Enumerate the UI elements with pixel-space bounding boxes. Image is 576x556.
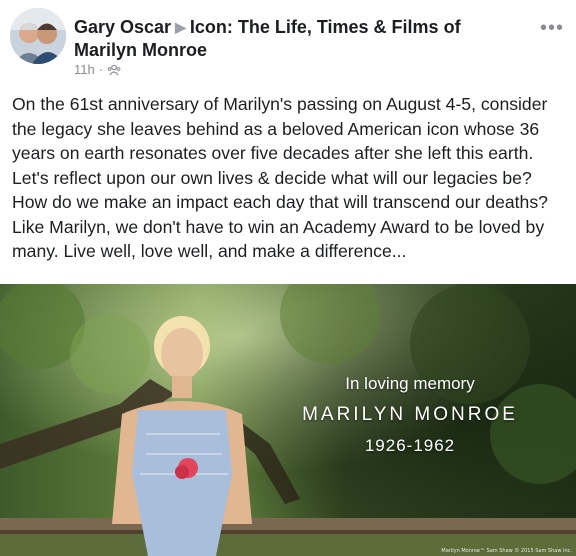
memorial-line-1: In loving memory (345, 374, 475, 393)
avatar[interactable] (10, 8, 66, 64)
post-meta: 11h · (74, 62, 121, 77)
avatar-photo (10, 8, 66, 64)
post-photo[interactable]: In loving memory MARILYN MONROE 1926-196… (0, 284, 576, 556)
meta-separator: · (98, 62, 104, 77)
post-body-text: On the 61st anniversary of Marilyn's pas… (12, 94, 548, 261)
group-icon (107, 64, 121, 75)
memorial-name: MARILYN MONROE (302, 404, 518, 425)
photo-credit: Marilyn Monroe™ Sam Shaw © 2015 Sam Shaw… (441, 548, 572, 554)
author-name[interactable]: Gary Oscar (74, 17, 171, 37)
post-timestamp[interactable]: 11h (74, 62, 95, 77)
memorial-years: 1926-1962 (364, 436, 456, 455)
more-options-icon[interactable]: ••• (540, 18, 564, 38)
arrow-right-icon: ▶ (175, 19, 186, 35)
post-header: Gary Oscar ▶ Icon: The Life, Times & Films… (0, 0, 576, 88)
post-title: Gary Oscar ▶ Icon: The Life, Times & Films… (74, 16, 514, 62)
